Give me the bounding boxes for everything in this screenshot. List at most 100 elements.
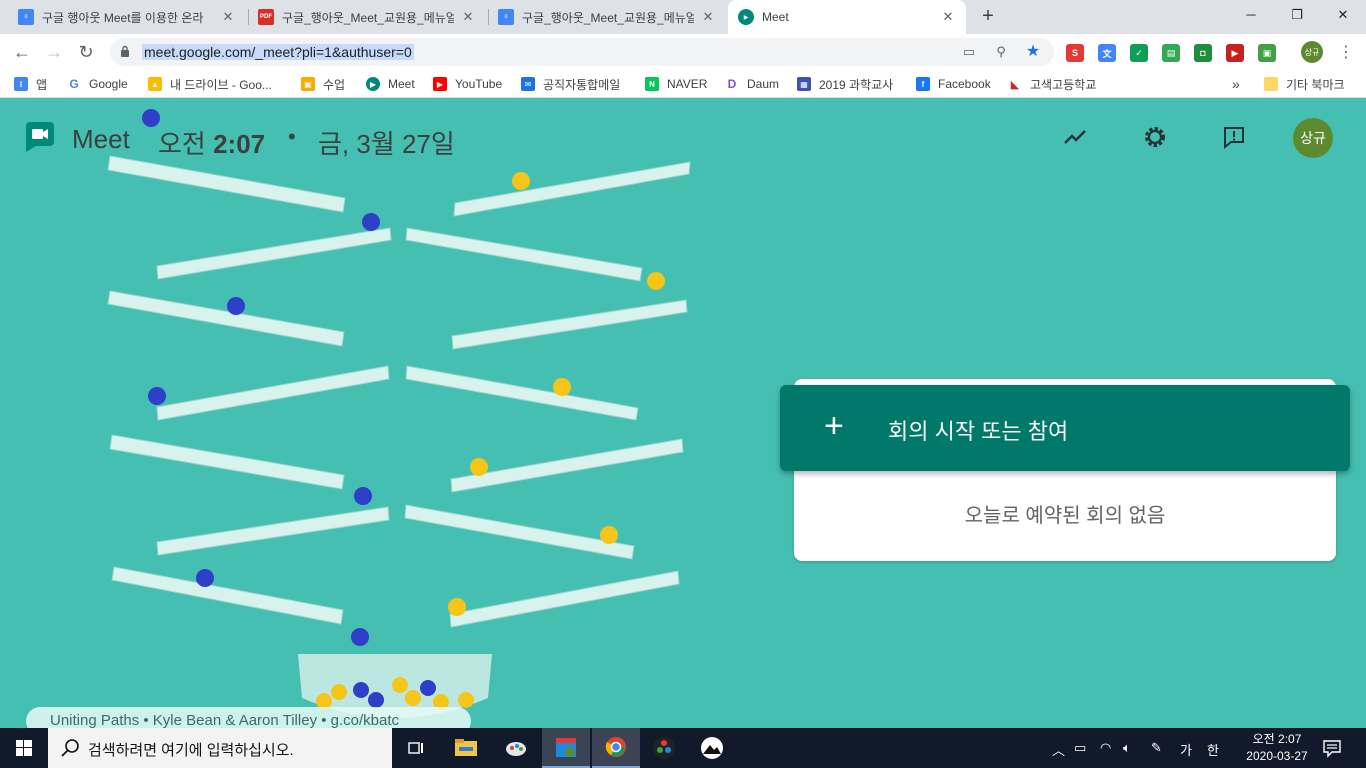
volume-icon[interactable]: 🔈︎ xyxy=(1123,740,1131,756)
bookmark-label: Facebook xyxy=(938,77,991,91)
back-button[interactable]: ← xyxy=(10,40,34,64)
paint-app-icon[interactable] xyxy=(492,728,540,768)
file-explorer-icon[interactable] xyxy=(442,728,490,768)
tab-strip: ≡ 구글 행아웃 Meet를 이용한 온라 ✕ PDF 구글_행아웃_Meet_… xyxy=(0,0,1366,34)
star-icon[interactable]: ★ xyxy=(1024,43,1042,61)
bookmark-label: NAVER xyxy=(667,77,708,91)
translate-icon[interactable]: 文 xyxy=(1098,44,1116,62)
pen-icon[interactable]: ✎ xyxy=(1151,740,1162,756)
account-avatar[interactable]: 상규 xyxy=(1293,118,1333,158)
bookmark-daum[interactable]: D Daum xyxy=(725,75,779,93)
action-center-icon[interactable] xyxy=(1322,738,1342,758)
classroom-ext-icon[interactable]: ◘ xyxy=(1194,44,1212,62)
wifi-icon[interactable]: ◠ xyxy=(1100,740,1111,756)
artwork-credit-link[interactable]: Uniting Paths • Kyle Bean & Aaron Tilley… xyxy=(26,707,471,728)
forms-icon: ▦ xyxy=(797,77,811,91)
new-tab-button[interactable]: + xyxy=(976,4,1000,28)
ime-mode-indicator[interactable]: 한 xyxy=(1207,740,1219,759)
tab-pdf-manual[interactable]: PDF 구글_행아웃_Meet_교원용_메뉴얼 ✕ xyxy=(248,0,486,34)
extension-green-icon[interactable]: ✓ xyxy=(1130,44,1148,62)
calendar-app-icon[interactable] xyxy=(542,728,590,768)
bookmark-google[interactable]: G Google xyxy=(67,75,128,93)
windows-start-icon[interactable] xyxy=(0,728,48,768)
bookmark-school[interactable]: ◣ 고색고등학교 xyxy=(1008,75,1096,93)
bookmark-facebook[interactable]: f Facebook xyxy=(916,75,991,93)
forward-button[interactable]: → xyxy=(42,40,66,64)
chrome-app-icon[interactable] xyxy=(592,728,640,768)
header-date: 금, 3월 27일 xyxy=(318,129,455,159)
task-view-icon[interactable] xyxy=(392,728,440,768)
bookmarks-overflow-label: » xyxy=(1232,76,1240,92)
extension-cast-icon[interactable]: ▤ xyxy=(1162,44,1180,62)
bookmark-apps[interactable]: ⁝ 앱 xyxy=(14,75,47,93)
bookmark-drive[interactable]: ▲ 내 드라이브 - Goo... xyxy=(148,75,272,93)
settings-gear-icon[interactable] xyxy=(1142,124,1168,150)
mail-icon: ✉ xyxy=(521,77,535,91)
davinci-resolve-icon[interactable] xyxy=(640,728,688,768)
bookmark-youtube[interactable]: ▶ YouTube xyxy=(433,75,502,93)
chrome-menu-icon[interactable]: ⋮ xyxy=(1338,42,1354,62)
bookmark-label: Google xyxy=(89,77,128,91)
address-bar[interactable]: meet.google.com/_meet?pli=1&authuser=0 ▭… xyxy=(110,38,1054,66)
close-icon[interactable]: ✕ xyxy=(460,9,476,25)
url-text[interactable]: meet.google.com/_meet?pli=1&authuser=0 xyxy=(142,44,414,60)
close-icon[interactable]: ✕ xyxy=(700,9,716,25)
bookmark-label: YouTube xyxy=(455,77,503,91)
bookmark-mail[interactable]: ✉ 공직자통합메일 xyxy=(521,75,620,93)
reload-button[interactable]: ↻ xyxy=(74,40,98,64)
bookmark-label: 2019 과학교사 xyxy=(819,77,894,92)
marble-run-artwork xyxy=(107,109,691,718)
clock-time: 오전 2:07 xyxy=(1252,732,1302,746)
browser-toolbar: ← → ↻ meet.google.com/_meet?pli=1&authus… xyxy=(0,34,1366,70)
start-or-join-meeting-button[interactable]: + 회의 시작 또는 참여 xyxy=(780,385,1350,471)
docs-icon: ≡ xyxy=(498,9,514,25)
folder-icon xyxy=(1264,77,1278,91)
extension-red-icon[interactable]: ▶ xyxy=(1226,44,1244,62)
bookmark-class[interactable]: ▣ 수업 xyxy=(301,75,345,93)
bookmark-meet[interactable]: ▶ Meet xyxy=(366,75,415,93)
drive-icon: ▲ xyxy=(148,77,162,91)
ime-indicator[interactable]: 가 xyxy=(1180,740,1192,759)
cast-icon[interactable]: ▭ xyxy=(960,43,978,61)
tab-meet[interactable]: ▶ Meet ✕ xyxy=(728,0,966,34)
profile-avatar[interactable]: 상규 xyxy=(1301,41,1323,63)
clock-date: 2020-03-27 xyxy=(1246,749,1308,763)
search-icon xyxy=(61,739,79,757)
meet-icon: ▶ xyxy=(738,9,754,25)
tab-docs-meet-guide[interactable]: ≡ 구글 행아웃 Meet를 이용한 온라 ✕ xyxy=(8,0,246,34)
show-hidden-icons[interactable]: ︿ xyxy=(1052,740,1065,759)
daum-icon: D xyxy=(725,77,739,91)
bookmark-label: 고색고등학교 xyxy=(1030,77,1097,92)
zoom-icon[interactable]: ⚲ xyxy=(992,43,1010,61)
meet-icon: ▶ xyxy=(366,77,380,91)
header-time: 오전 2:07 xyxy=(158,124,265,161)
school-icon: ◣ xyxy=(1008,77,1022,91)
other-bookmarks[interactable]: 기타 북마크 xyxy=(1264,75,1345,93)
facebook-icon: f xyxy=(916,77,930,91)
close-window-button[interactable]: ✕ xyxy=(1320,0,1366,30)
tab-docs-manual[interactable]: ≡ 구글_행아웃_Meet_교원용_메뉴얼 ✕ xyxy=(488,0,726,34)
tab-title: 구글_행아웃_Meet_교원용_메뉴얼 xyxy=(522,10,694,25)
bookmarks-overflow-button[interactable]: » xyxy=(1232,75,1240,93)
close-icon[interactable]: ✕ xyxy=(940,9,956,25)
taskbar-clock[interactable]: 오전 2:07 2020-03-27 xyxy=(1236,731,1318,765)
battery-icon[interactable]: ▭ xyxy=(1074,740,1086,756)
naver-icon: N xyxy=(645,77,659,91)
extension-s-icon[interactable]: S xyxy=(1066,44,1084,62)
no-meetings-text: 오늘로 예약된 회의 없음 xyxy=(964,505,1166,527)
photos-app-icon[interactable] xyxy=(688,728,736,768)
bookmark-label: 수업 xyxy=(323,77,346,92)
restore-button[interactable]: ❐ xyxy=(1274,0,1320,30)
apps-icon: ⁝ xyxy=(14,77,28,91)
feedback-icon[interactable] xyxy=(1221,124,1247,150)
trending-icon[interactable] xyxy=(1062,124,1088,150)
pdf-icon: PDF xyxy=(258,9,274,25)
bookmark-science[interactable]: ▦ 2019 과학교사 xyxy=(797,75,893,93)
bookmark-naver[interactable]: N NAVER xyxy=(645,75,707,93)
header-separator: • xyxy=(288,124,296,149)
taskbar-search-box[interactable]: 검색하려면 여기에 입력하십시오. xyxy=(48,728,392,768)
bookmark-label: 내 드라이브 - Goo... xyxy=(170,77,272,92)
extension-tv-icon[interactable]: ▣ xyxy=(1258,44,1276,62)
minimize-button[interactable]: ─ xyxy=(1228,0,1274,30)
close-icon[interactable]: ✕ xyxy=(220,9,236,25)
